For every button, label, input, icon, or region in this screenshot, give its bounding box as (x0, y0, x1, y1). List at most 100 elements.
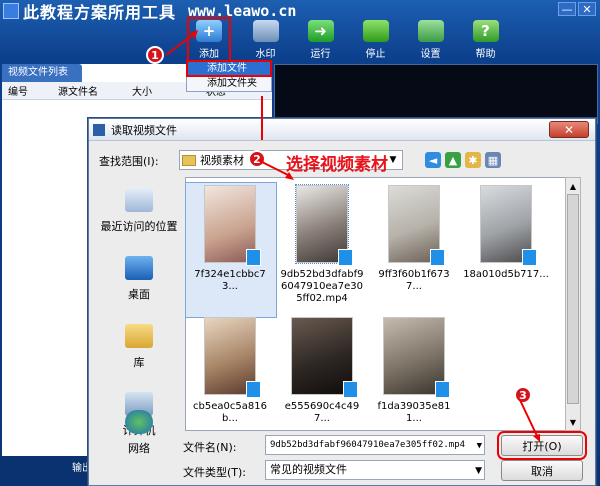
preview-area (274, 64, 598, 124)
place-desktop[interactable]: 桌面 (95, 245, 183, 313)
video-file-icon (338, 249, 353, 266)
watermark-label: 水印 (255, 49, 276, 60)
file-name: f1da39035e811... (377, 401, 451, 424)
file-item[interactable]: 18a010d5b717... (463, 185, 549, 281)
place-network[interactable]: 网络 (95, 399, 183, 467)
settings-icon (417, 20, 444, 42)
file-item[interactable]: 9ff3f60b1f6737... (371, 185, 457, 293)
view-menu-icon[interactable]: ▦ (485, 152, 501, 168)
dialog-title: 读取视频文件 (111, 123, 177, 137)
dialog-close-button[interactable]: ✕ (549, 121, 589, 138)
place-label: 最近访问的位置 (100, 220, 178, 233)
step-instruction: 选择视频素材 (286, 155, 388, 175)
scroll-up-icon[interactable]: ▲ (567, 179, 579, 193)
tab-file-list[interactable]: 视频文件列表 (2, 64, 82, 82)
chevron-down-icon: ▼ (475, 466, 482, 476)
recent-places-icon (125, 188, 153, 212)
file-name: 18a010d5b717... (463, 269, 549, 280)
stop-icon (362, 20, 389, 42)
help-button[interactable]: ? 帮助 (458, 18, 513, 62)
place-library[interactable]: 库 (95, 313, 183, 381)
lookin-value: 视频素材 (200, 154, 244, 167)
video-file-icon (246, 249, 261, 266)
folder-icon (182, 154, 196, 166)
stop-button[interactable]: 停止 (348, 18, 403, 62)
file-item[interactable]: e555690c4c497... (279, 317, 365, 425)
up-folder-icon[interactable]: ▲ (445, 152, 461, 168)
dialog-app-icon (93, 123, 105, 136)
chevron-down-icon: ▼ (389, 155, 397, 165)
nav-buttons: ◄ ▲ ✱ ▦ (425, 152, 501, 168)
help-icon: ? (472, 20, 499, 42)
run-arrow-icon: ➜ (307, 20, 334, 42)
video-file-icon (246, 381, 261, 398)
file-item[interactable]: f1da39035e811... (371, 317, 457, 425)
file-name: e555690c4c497... (284, 401, 360, 424)
place-label: 库 (133, 356, 145, 369)
place-label: 桌面 (128, 288, 150, 301)
col-number[interactable]: 编号 (2, 83, 52, 98)
step-badge: 3 (514, 386, 532, 404)
filetype-select[interactable]: 常见的视频文件 ▼ (265, 460, 485, 480)
cancel-button[interactable]: 取消 (501, 460, 583, 481)
network-icon (125, 410, 153, 434)
watermark-icon (252, 20, 279, 42)
scroll-down-icon[interactable]: ▼ (567, 415, 579, 429)
add-button[interactable]: + 添加 (187, 17, 231, 63)
video-file-icon (435, 381, 450, 398)
file-item[interactable]: cb5ea0c5a816b... (187, 317, 273, 425)
video-file-icon (522, 249, 537, 266)
video-thumbnail (291, 317, 358, 398)
window-controls: — ✕ (558, 2, 596, 16)
app-logo-icon (3, 3, 19, 19)
app-title: 此教程方案所用工具 (23, 3, 177, 22)
filename-label: 文件名(N): (183, 441, 237, 454)
open-button[interactable]: 打开(O) (497, 431, 587, 460)
watermark-button[interactable]: 水印 (238, 18, 293, 62)
file-item[interactable]: 7f324e1cbbc73... (187, 185, 273, 293)
menu-item-add-folder[interactable]: 添加文件夹 (187, 76, 271, 91)
video-thumbnail (388, 185, 445, 266)
menu-item-add-file[interactable]: 添加文件 (186, 60, 272, 77)
run-button[interactable]: ➜ 运行 (293, 18, 348, 62)
video-thumbnail (480, 185, 537, 266)
place-label: 网络 (128, 442, 150, 455)
back-icon[interactable]: ◄ (425, 152, 441, 168)
step-badge: 2 (248, 150, 266, 168)
video-thumbnail (383, 317, 450, 398)
file-name: 9ff3f60b1f6737... (378, 269, 450, 292)
dialog-title-bar: 读取视频文件 (89, 119, 595, 141)
minimize-button[interactable]: — (558, 2, 576, 16)
video-thumbnail (204, 317, 261, 398)
filename-input[interactable]: 9db52bd3dfabf96047910ea7e305ff02.mp4 ▼ (265, 435, 485, 455)
library-icon (125, 324, 153, 348)
video-file-icon (343, 381, 358, 398)
add-label: 添加 (199, 49, 219, 60)
place-recent[interactable]: 最近访问的位置 (95, 177, 183, 245)
desktop-icon (125, 256, 153, 280)
video-thumbnail (295, 184, 353, 266)
stop-label: 停止 (365, 49, 386, 60)
new-folder-icon[interactable]: ✱ (465, 152, 481, 168)
step-badge: 1 (146, 46, 164, 64)
lookin-label: 查找范围(I): (99, 155, 159, 168)
add-video-icon: + (196, 20, 222, 42)
video-thumbnail (204, 185, 261, 266)
filename-value: 9db52bd3dfabf96047910ea7e305ff02.mp4 (270, 440, 466, 450)
file-scrollbar[interactable]: ▲ ▼ (565, 177, 581, 431)
chevron-down-icon: ▼ (476, 441, 482, 451)
close-button[interactable]: ✕ (578, 2, 596, 16)
video-file-icon (430, 249, 445, 266)
toolbar: + 添加 水印 ➜ 运行 停止 设置 ? 帮助 (187, 17, 513, 63)
filetype-label: 文件类型(T): (183, 466, 247, 479)
settings-button[interactable]: 设置 (403, 18, 458, 62)
file-name: 9db52bd3dfabf96047910ea7e305ff02.mp4 (280, 269, 364, 304)
file-item-selected[interactable]: 9db52bd3dfabf96047910ea7e305ff02.mp4 (279, 184, 365, 305)
col-source-name[interactable]: 源文件名 (52, 83, 126, 98)
help-label: 帮助 (475, 49, 496, 60)
filetype-value: 常见的视频文件 (270, 463, 347, 476)
settings-label: 设置 (420, 49, 441, 60)
scroll-thumb[interactable] (567, 194, 579, 404)
file-name: cb5ea0c5a816b... (193, 401, 267, 424)
add-dropdown-menu: 添加文件 添加文件夹 (186, 60, 272, 92)
